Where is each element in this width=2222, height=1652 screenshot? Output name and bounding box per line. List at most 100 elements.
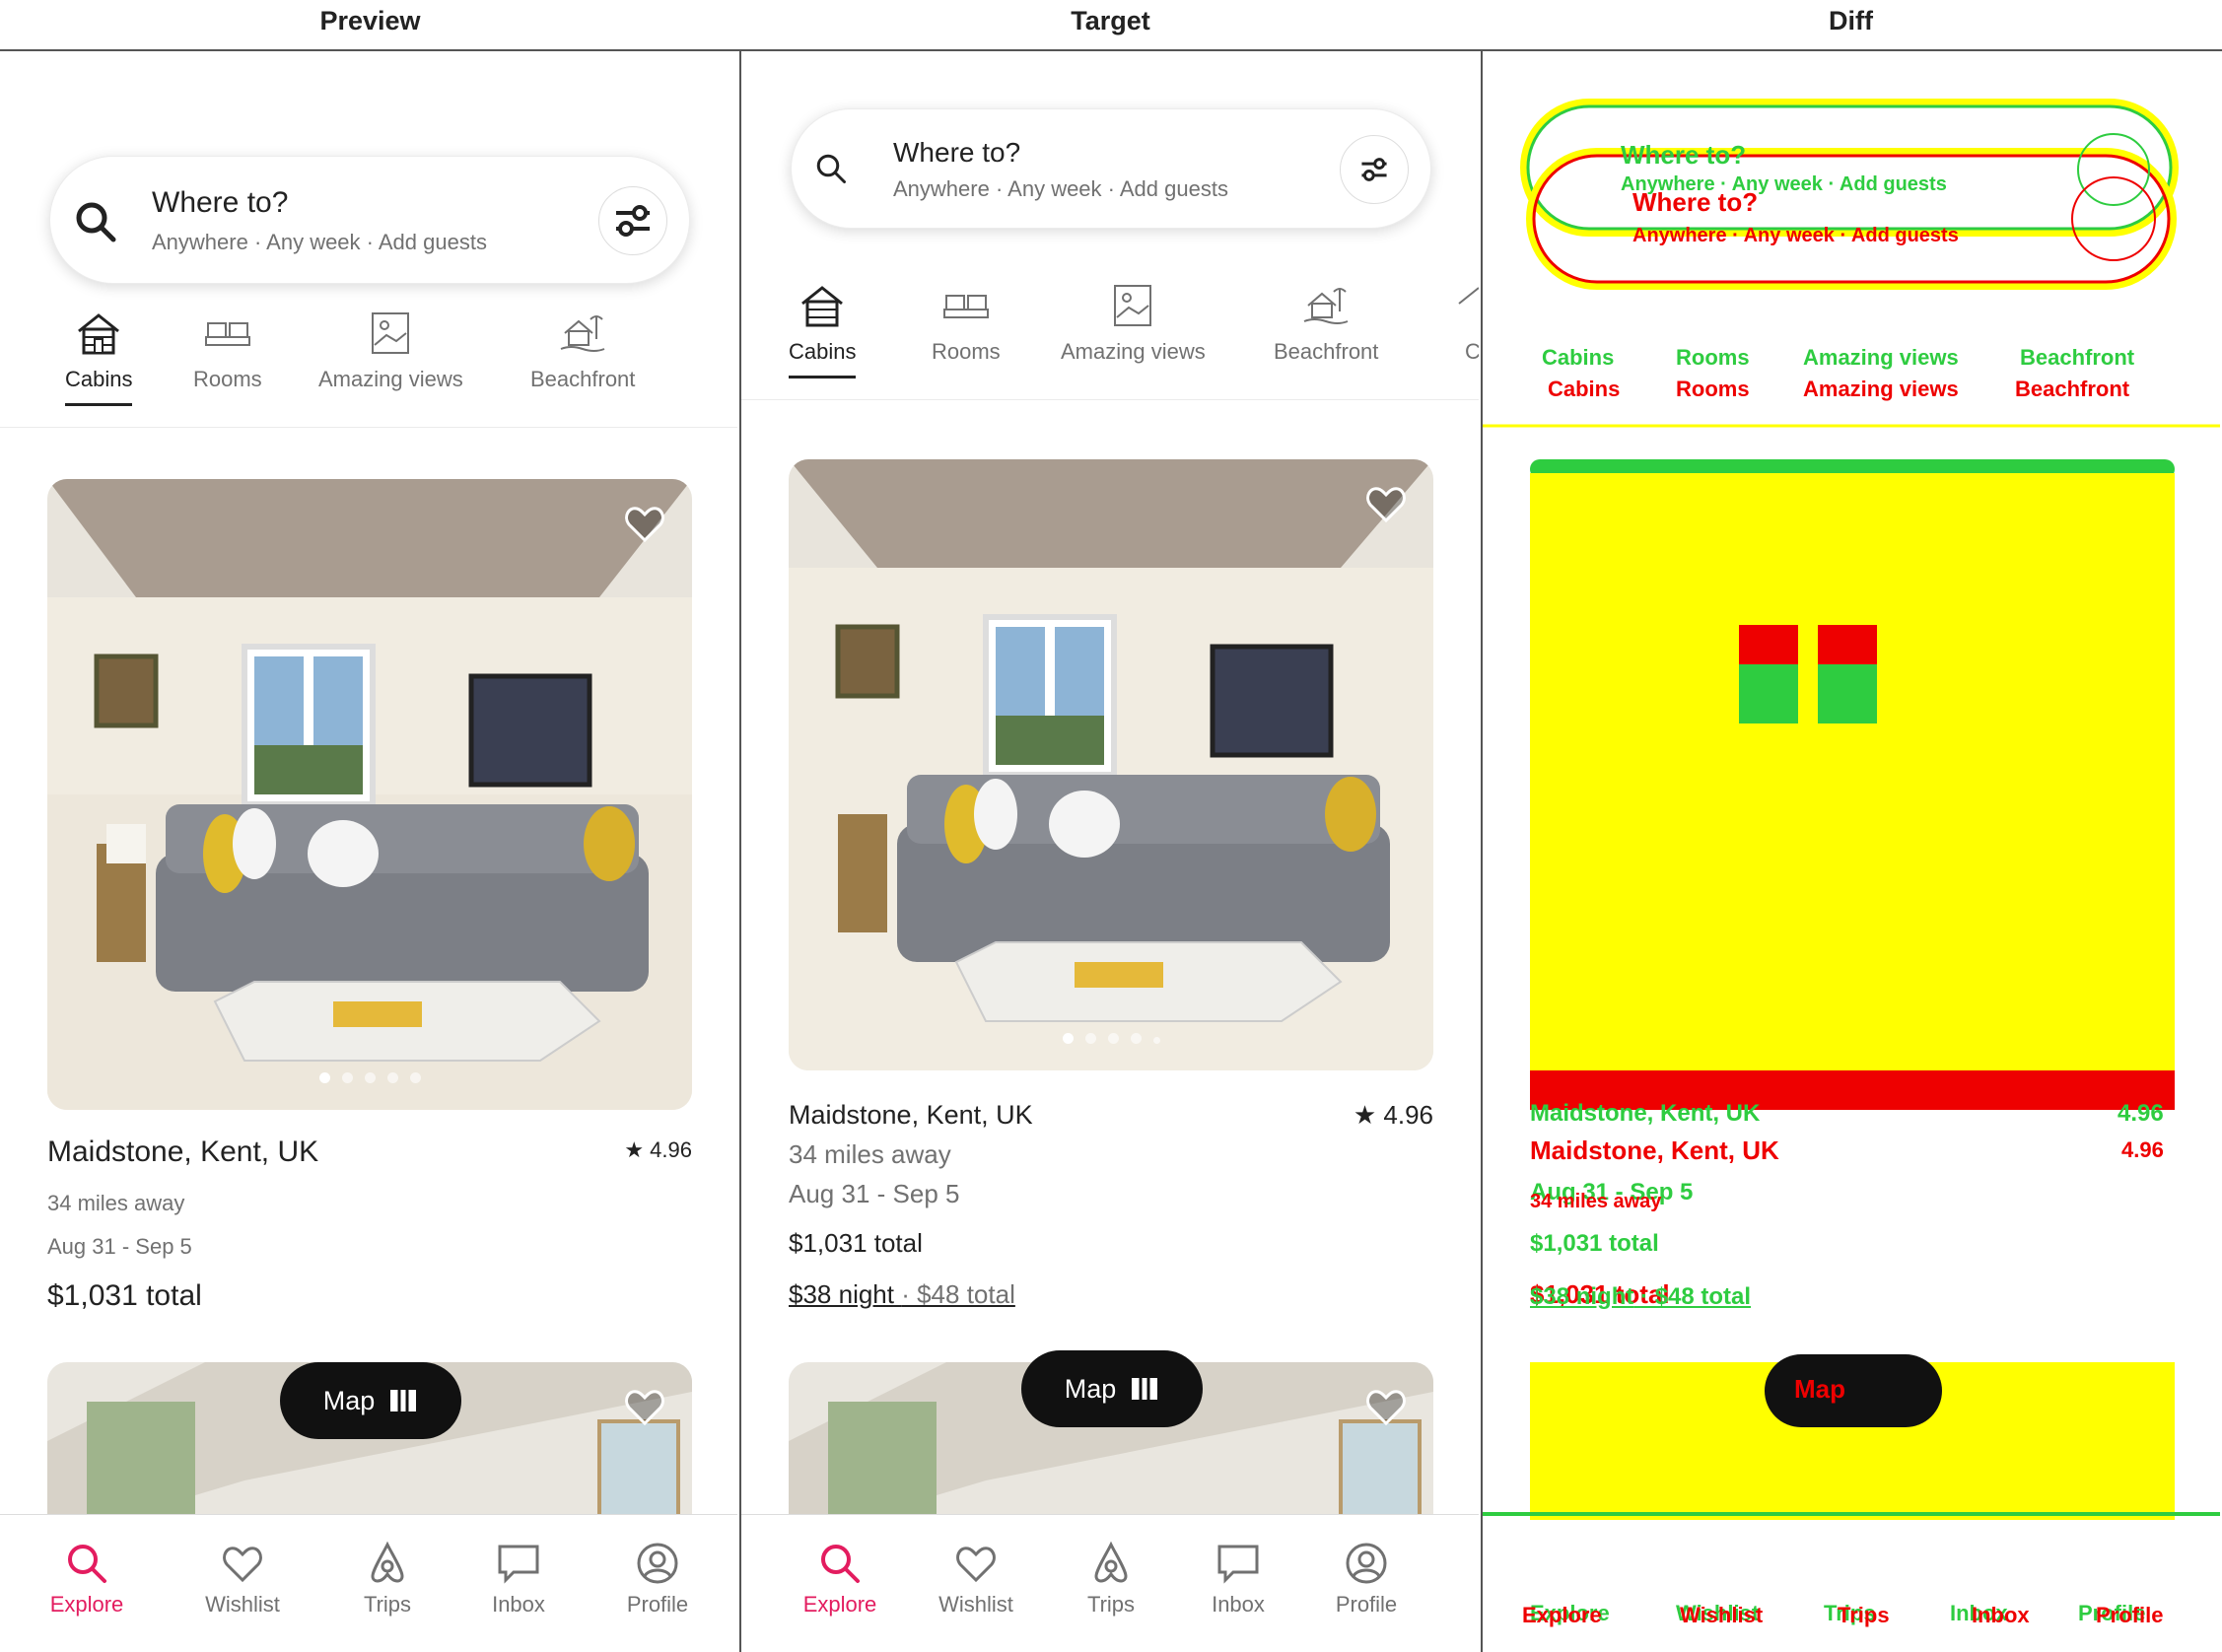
listing-night-price[interactable]: $38 night · $48 total	[789, 1279, 1015, 1310]
heart-icon	[956, 1547, 996, 1583]
bottom-nav: Explore Wishlist Trips Inbox Profile	[0, 1514, 737, 1652]
diff-category-label: Cabins	[1542, 345, 1615, 370]
bottom-nav: Explore Wishlist Trips Inbox Profile	[741, 1514, 1479, 1652]
category-cabins[interactable]: Cabins	[789, 282, 857, 379]
nav-profile[interactable]: Profile	[598, 1541, 717, 1618]
search-subtitle: Anywhere · Any week · Add guests	[152, 230, 487, 254]
diff-search-title: Where to?	[1621, 140, 1747, 170]
diff-category-label: Beachfront	[2020, 345, 2135, 370]
map-button-label: Map	[1064, 1373, 1117, 1404]
search-bar[interactable]: Where to? Anywhere · Any week · Add gues…	[791, 108, 1431, 229]
carousel-dot[interactable]	[1130, 1033, 1142, 1044]
bed-icon	[204, 322, 250, 346]
listing-rating: ★ 4.96	[624, 1137, 692, 1163]
carousel-dot[interactable]	[1152, 1037, 1160, 1044]
diff-location: Maidstone, Kent, UK	[1530, 1100, 1761, 1127]
carousel-dot[interactable]	[1084, 1033, 1096, 1044]
carousel-dot[interactable]	[1062, 1033, 1074, 1044]
diff-panel: Where to? Where to? Anywhere · Any week …	[1483, 53, 2220, 1652]
diff-search-subtitle: Anywhere · Any week · Add guests	[1621, 173, 1947, 195]
diff-map-label: Map	[1794, 1374, 1845, 1404]
diff-night-total: · $48 total	[1640, 1283, 1752, 1310]
message-icon	[1217, 1545, 1259, 1584]
picture-icon	[372, 312, 410, 354]
target-panel-title: Target	[1071, 6, 1150, 35]
night-total: · $48 total	[901, 1279, 1015, 1309]
heart-icon	[223, 1547, 262, 1583]
listing-distance: 34 miles away	[789, 1139, 951, 1169]
profile-icon	[1346, 1543, 1387, 1584]
carousel-dot[interactable]	[1107, 1033, 1119, 1044]
diff-nav-label: Profile	[2096, 1603, 2164, 1627]
search-icon	[816, 154, 846, 183]
preview-panel: Where to? Anywhere · Any week · Add gues…	[0, 53, 737, 1652]
carousel-dot[interactable]	[341, 1072, 353, 1083]
map-button[interactable]: Map	[280, 1362, 461, 1439]
carousel-dot[interactable]	[364, 1072, 376, 1083]
star-icon: ★	[1353, 1100, 1377, 1130]
category-rooms[interactable]: Rooms	[932, 282, 1001, 365]
nav-profile[interactable]: Profile	[1307, 1541, 1425, 1618]
category-label: Amazing views	[318, 367, 463, 391]
diff-nav-label: Explore	[1522, 1603, 1602, 1627]
nav-label: Wishlist	[205, 1592, 280, 1617]
nav-trips[interactable]: Trips	[1052, 1541, 1170, 1618]
category-amazing-views[interactable]: Amazing views	[1061, 282, 1206, 365]
nav-label: Explore	[802, 1592, 877, 1617]
nav-wishlist[interactable]: Wishlist	[183, 1541, 302, 1618]
nav-inbox[interactable]: Inbox	[459, 1541, 578, 1618]
nav-label: Trips	[1086, 1592, 1136, 1617]
nav-inbox[interactable]: Inbox	[1179, 1541, 1297, 1618]
category-beachfront[interactable]: Beachfront	[530, 310, 635, 392]
filter-button[interactable]	[1340, 135, 1409, 204]
nav-label: Explore	[49, 1592, 124, 1617]
listing-photo[interactable]	[47, 479, 692, 1110]
category-amazing-views[interactable]: Amazing views	[318, 310, 463, 392]
listing-distance: 34 miles away	[47, 1191, 185, 1215]
category-label: Beachfront	[1274, 339, 1379, 364]
message-icon	[498, 1545, 539, 1584]
filter-icon	[1361, 158, 1387, 181]
filter-button[interactable]	[598, 186, 667, 255]
category-cabins[interactable]: Cabins	[65, 310, 133, 406]
category-rooms[interactable]: Rooms	[193, 310, 262, 392]
heart-icon[interactable]	[623, 1386, 666, 1429]
diff-category-label: Rooms	[1676, 345, 1750, 370]
map-icon	[390, 1390, 417, 1411]
nav-label: Wishlist	[938, 1592, 1013, 1617]
nav-wishlist[interactable]: Wishlist	[917, 1541, 1035, 1618]
search-icon	[68, 1545, 106, 1583]
nav-label: Trips	[363, 1592, 412, 1617]
carousel-dot[interactable]	[318, 1072, 330, 1083]
diff-category-label: Beachfront	[2015, 377, 2130, 401]
listing-photo[interactable]	[789, 459, 1433, 1070]
comparison-view: Preview Target Diff Where to? Anywhere ·…	[0, 0, 2222, 1652]
heart-icon[interactable]	[623, 503, 666, 546]
category-partial[interactable]: Ca	[1455, 282, 1479, 365]
nav-label: Inbox	[1212, 1592, 1265, 1617]
picture-icon	[1114, 285, 1152, 326]
diff-nav-label: Trips	[1838, 1603, 1890, 1627]
carousel-dot[interactable]	[386, 1072, 398, 1083]
diff-category-label: Rooms	[1676, 377, 1750, 401]
photo-carousel-dots	[789, 1031, 1433, 1049]
category-label: Beachfront	[530, 367, 636, 391]
map-button-label: Map	[322, 1385, 376, 1415]
search-bar[interactable]: Where to? Anywhere · Any week · Add gues…	[49, 156, 690, 284]
diff-nav-label: Wishlist	[1680, 1603, 1764, 1627]
diff-nav-label: Inbox	[1972, 1603, 2030, 1627]
nav-trips[interactable]: Trips	[328, 1541, 447, 1618]
heart-icon[interactable]	[1364, 1386, 1408, 1429]
beach-icon	[560, 315, 605, 352]
profile-icon	[637, 1543, 678, 1584]
heart-icon[interactable]	[1364, 483, 1408, 526]
nav-explore[interactable]: Explore	[28, 1541, 146, 1618]
listing-dates: Aug 31 - Sep 5	[789, 1179, 960, 1208]
carousel-dot[interactable]	[409, 1072, 421, 1083]
airbnb-icon	[1094, 1541, 1128, 1583]
diff-night-price-value: $38 night	[1530, 1283, 1634, 1310]
category-beachfront[interactable]: Beachfront	[1274, 282, 1378, 365]
room-photo	[47, 479, 692, 1110]
nav-explore[interactable]: Explore	[781, 1541, 899, 1618]
map-button[interactable]: Map	[1021, 1350, 1203, 1427]
